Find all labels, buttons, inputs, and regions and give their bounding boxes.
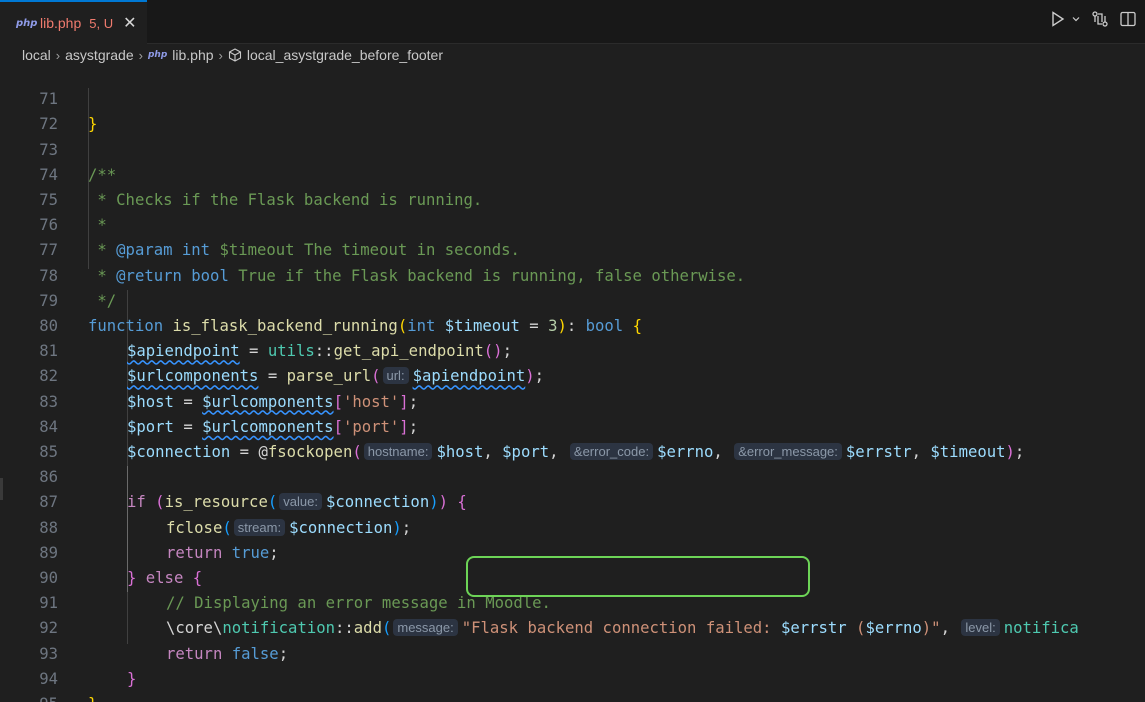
code-line: 83 $port = $urlcomponents['port']; <box>0 364 1145 436</box>
tab-lib-php[interactable]: php lib.php 5, U ✕ <box>0 0 147 44</box>
cube-icon <box>228 48 242 62</box>
token: } <box>88 695 97 702</box>
code-line: 73 /** <box>0 112 1145 184</box>
code-line: 95 <box>0 667 1145 702</box>
code-line: 75 * <box>0 163 1145 234</box>
code-line: 74 * Checks if the Flask backend is runn… <box>0 138 1145 209</box>
code-line: 81 $urlcomponents = parse_url(url: $apien… <box>0 314 1145 385</box>
code-line: 82 $host = $urlcomponents['host']; <box>0 339 1145 410</box>
tab-problem-status: 5, U <box>89 15 114 31</box>
code-line: 79 function is_flask_backend_running(int… <box>0 264 1145 335</box>
code-line: 87 fclose(stream: $connection); <box>0 465 1145 536</box>
split-editor-icon[interactable] <box>1119 10 1137 28</box>
run-icon[interactable] <box>1051 11 1065 27</box>
code-line: 72 <box>0 87 1145 133</box>
breadcrumb-item-file[interactable]: lib.php <box>172 47 213 63</box>
tab-filename: lib.php <box>40 15 82 31</box>
code-editor[interactable]: 71 } 72 73 /** 74 * Checks if the Flask … <box>0 66 1145 702</box>
chevron-right-icon: › <box>138 47 143 63</box>
code-line: 78 */ <box>0 238 1145 310</box>
breadcrumb-item-symbol[interactable]: local_asystgrade_before_footer <box>247 47 443 63</box>
chevron-right-icon: › <box>55 47 61 63</box>
code-line: 86 if (is_resource(value: $connection)) { <box>0 440 1145 511</box>
chevron-right-icon: › <box>218 47 223 63</box>
code-line: 89 } else { <box>0 516 1145 587</box>
highlight-annotation-box <box>466 556 810 597</box>
code-line: 85 <box>0 415 1145 461</box>
code-line: 94 } <box>0 642 1145 702</box>
line-number: 95 <box>0 692 58 702</box>
code-line: 71 } <box>0 66 1145 133</box>
breadcrumb: local › asystgrade › php lib.php › local… <box>0 44 1145 66</box>
code-line: 76 * @param int $timeout The timeout in … <box>0 188 1145 259</box>
breadcrumb-item-asystgrade[interactable]: asystgrade <box>65 47 133 63</box>
source-compare-icon[interactable] <box>1091 10 1109 28</box>
code-line: 84 $connection = @fsockopen(hostname: $ho… <box>0 390 1145 461</box>
close-icon[interactable]: ✕ <box>123 13 136 33</box>
editor-actions <box>1051 10 1137 28</box>
code-line: 93 } <box>0 616 1145 688</box>
breadcrumb-item-local[interactable]: local <box>22 47 51 63</box>
code-line: 77 * @return bool True if the Flask back… <box>0 213 1145 284</box>
code-line: 80 $apiendpoint = utils::get_api_endpoin… <box>0 289 1145 360</box>
php-file-icon: php <box>16 17 38 29</box>
php-file-icon: php <box>147 50 168 60</box>
code-line: 88 return true; <box>0 490 1145 562</box>
chevron-down-icon[interactable] <box>1071 14 1081 24</box>
editor-tab-bar: php lib.php 5, U ✕ <box>0 0 1145 44</box>
